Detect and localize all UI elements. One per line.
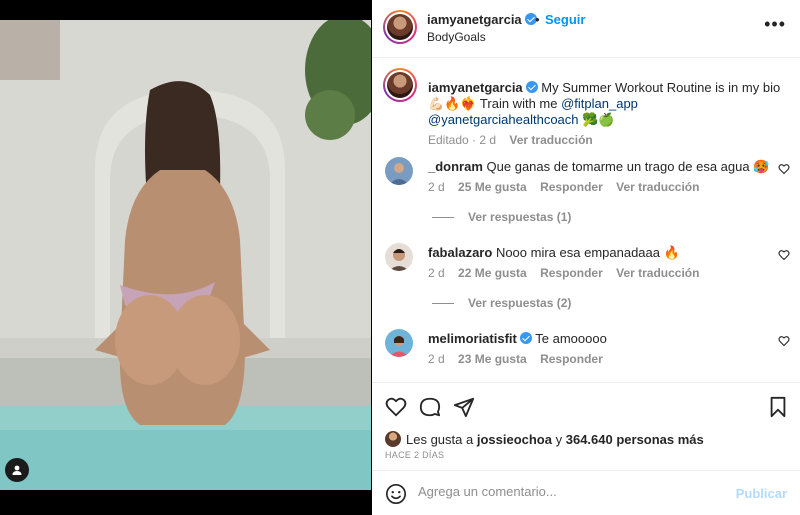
comment-translate-button[interactable]: Ver traducción	[616, 266, 699, 280]
add-comment-bar: Publicar	[372, 470, 800, 515]
post-photo[interactable]	[0, 20, 371, 490]
header-separator: •	[535, 12, 540, 27]
caption-line-1: My Summer Workout Routine is in my bio	[541, 80, 781, 95]
likes-joiner: y	[555, 432, 563, 447]
comment-body: melimoriatisfit Te amooooo	[428, 331, 607, 346]
comment-meta: 2 d 23 Me gusta Responder	[428, 352, 613, 366]
caption-line-3: 🥦🍏	[582, 112, 615, 127]
comment-age: 2 d	[428, 180, 445, 194]
comment-reply-button[interactable]: Responder	[540, 352, 603, 366]
verified-badge-icon	[519, 332, 532, 344]
author-username-text[interactable]: iamyanetgarcia	[427, 12, 522, 27]
comment-text: Nooo mira esa empanadaaa 🔥	[495, 245, 680, 260]
comment-body: _donram Que ganas de tomarme un trago de…	[428, 159, 769, 175]
comment-age: 2 d	[428, 266, 445, 280]
comment-input[interactable]	[418, 484, 718, 499]
liker-username[interactable]: jossieochoa	[477, 432, 552, 447]
caption-meta: Editado · 2 d Ver traducción	[428, 133, 593, 147]
comment-avatar[interactable]	[385, 243, 413, 271]
comment-likes[interactable]: 23 Me gusta	[458, 352, 527, 366]
replies-divider	[432, 217, 454, 219]
post-header: iamyanetgarcia • Seguir BodyGoals •••	[372, 0, 800, 58]
user-tag-icon	[12, 465, 22, 475]
caption-translate-button[interactable]: Ver traducción	[509, 133, 592, 147]
view-replies-label[interactable]: Ver respuestas (1)	[468, 210, 571, 224]
comment-reply-button[interactable]: Responder	[540, 266, 603, 280]
comments-list[interactable]: iamyanetgarcia My Summer Workout Routine…	[372, 59, 800, 382]
publish-button[interactable]: Publicar	[736, 486, 787, 501]
comment-heart-icon[interactable]	[778, 335, 790, 347]
more-options-icon[interactable]: •••	[764, 14, 786, 35]
comment-text: Que ganas de tomarme un trago de esa agu…	[486, 159, 770, 174]
author-avatar[interactable]	[383, 10, 417, 44]
comment-likes[interactable]: 25 Me gusta	[458, 180, 527, 194]
tagged-users-button[interactable]	[5, 458, 29, 482]
comment-heart-icon[interactable]	[778, 249, 790, 261]
comment-likes[interactable]: 22 Me gusta	[458, 266, 527, 280]
comment-age: 2 d	[428, 352, 445, 366]
mention-fitplan[interactable]: @fitplan_app	[561, 96, 638, 111]
caption-edited: Editado · 2 d	[428, 133, 497, 147]
mention-healthcoach[interactable]: @yanetgarciahealthcoach	[428, 112, 579, 127]
post-media	[0, 0, 372, 515]
follow-button[interactable]: Seguir	[545, 12, 585, 27]
comment-avatar[interactable]	[385, 157, 413, 185]
view-replies-label[interactable]: Ver respuestas (2)	[468, 296, 571, 310]
comment-body: fabalazaro Nooo mira esa empanadaaa 🔥	[428, 245, 680, 261]
emoji-icon[interactable]	[385, 483, 407, 505]
caption-line-2: 💪🏻🔥❤️‍🔥 Train with me	[428, 96, 558, 111]
comment-username[interactable]: fabalazaro	[428, 245, 492, 260]
likes-summary: Les gusta a jossieochoa y 364.640 person…	[385, 431, 704, 447]
share-icon[interactable]	[453, 396, 475, 418]
caption-text: iamyanetgarcia My Summer Workout Routine…	[428, 80, 783, 128]
liker-avatar[interactable]	[385, 431, 401, 447]
view-replies-button[interactable]: Ver respuestas (1)	[432, 210, 571, 224]
post-panel: iamyanetgarcia • Seguir BodyGoals ••• ia…	[372, 0, 800, 515]
post-time-ago[interactable]: HACE 2 DÍAS	[385, 450, 444, 460]
author-username[interactable]: iamyanetgarcia	[427, 12, 537, 27]
bookmark-icon[interactable]	[768, 396, 788, 418]
comment-translate-button[interactable]: Ver traducción	[616, 180, 699, 194]
comment-icon[interactable]	[419, 396, 441, 418]
comment-username[interactable]: melimoriatisfit	[428, 331, 517, 346]
comment-username[interactable]: _donram	[428, 159, 483, 174]
verified-badge-icon	[525, 81, 538, 93]
post-location[interactable]: BodyGoals	[427, 30, 486, 44]
comment-meta: 2 d 25 Me gusta Responder Ver traducción	[428, 180, 709, 194]
caption-author-avatar[interactable]	[383, 68, 417, 102]
view-replies-button[interactable]: Ver respuestas (2)	[432, 296, 571, 310]
heart-icon[interactable]	[385, 396, 407, 418]
instagram-post-modal: iamyanetgarcia • Seguir BodyGoals ••• ia…	[0, 0, 800, 515]
post-actions: Les gusta a jossieochoa y 364.640 person…	[372, 382, 800, 470]
likes-prefix: Les gusta a	[406, 432, 474, 447]
comment-reply-button[interactable]: Responder	[540, 180, 603, 194]
likes-count[interactable]: 364.640 personas más	[566, 432, 704, 447]
comment-text: Te amooooo	[535, 331, 607, 346]
comment-meta: 2 d 22 Me gusta Responder Ver traducción	[428, 266, 709, 280]
replies-divider	[432, 303, 454, 305]
comment-avatar[interactable]	[385, 329, 413, 357]
caption-username[interactable]: iamyanetgarcia	[428, 80, 523, 95]
comment-heart-icon[interactable]	[778, 163, 790, 175]
